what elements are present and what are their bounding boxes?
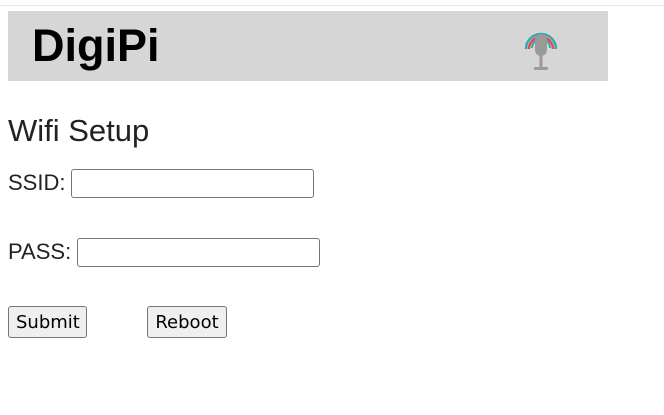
ssid-input[interactable] [71,168,315,198]
microphone-radio-icon [524,32,558,70]
pass-row: PASS: [8,236,321,268]
app-title: DigiPi [32,20,160,71]
header-banner: DigiPi [8,11,608,81]
pass-input[interactable] [77,237,321,267]
ssid-row: SSID: [8,167,315,199]
reboot-button[interactable]: Reboot [147,306,227,338]
submit-button[interactable]: Submit [8,306,87,338]
top-divider [0,5,664,6]
ssid-label: SSID: [8,170,66,195]
page-title: Wifi Setup [8,113,150,148]
pass-label: PASS: [8,239,72,264]
